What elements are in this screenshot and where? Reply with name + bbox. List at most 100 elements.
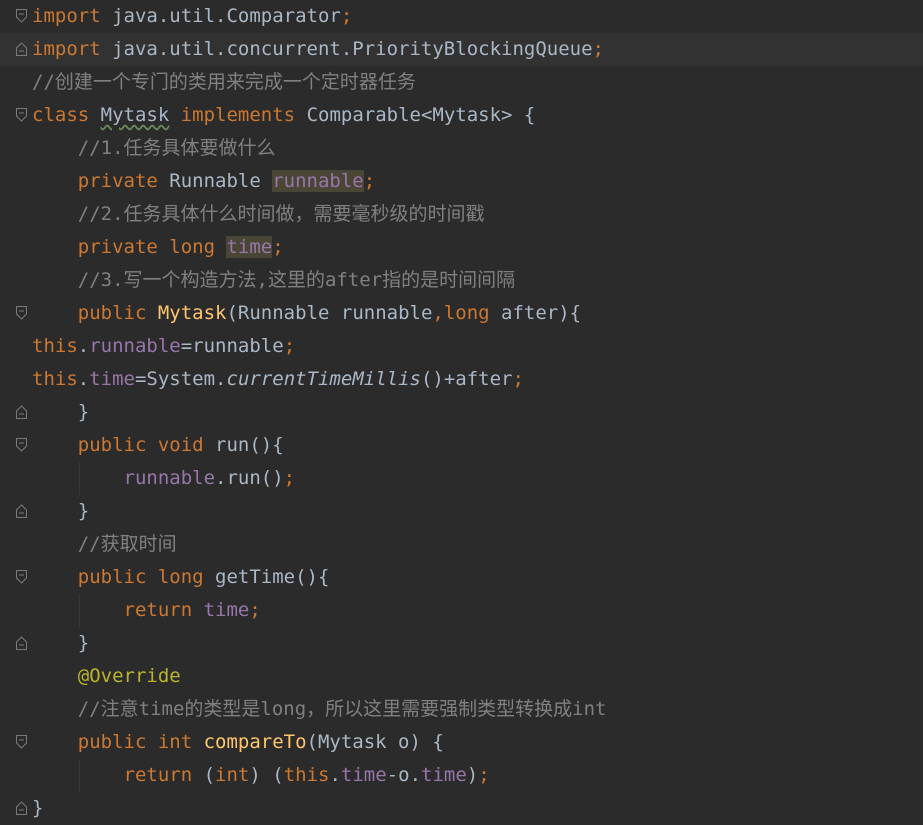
code-text[interactable]: @Override — [32, 660, 181, 693]
code-line[interactable]: this.runnable=runnable; — [0, 330, 923, 363]
code-token: getTime(){ — [215, 566, 330, 588]
code-token: compareTo — [203, 731, 307, 753]
code-line[interactable]: return (int) (this.time-o.time); — [0, 759, 923, 792]
code-token: ; — [478, 764, 490, 786]
code-line[interactable]: class Mytask implements Comparable<Mytas… — [0, 99, 923, 132]
code-token: int — [215, 764, 250, 786]
fold-close-icon[interactable] — [16, 801, 27, 815]
code-token: //创建一个专门的类用来完成一个定时器任务 — [32, 71, 416, 93]
code-text[interactable]: this.runnable=runnable; — [32, 330, 295, 363]
code-line[interactable]: } — [0, 495, 923, 528]
code-line[interactable]: //注意time的类型是long，所以这里需要强制类型转换成int — [0, 693, 923, 726]
code-line[interactable]: //创建一个专门的类用来完成一个定时器任务 — [0, 66, 923, 99]
code-line[interactable]: private long time; — [0, 231, 923, 264]
code-token: public — [32, 302, 158, 324]
code-text[interactable]: this.time=System.currentTimeMillis()+aft… — [32, 363, 524, 396]
code-token: time — [421, 764, 467, 786]
code-text[interactable]: class Mytask implements Comparable<Mytas… — [32, 99, 535, 132]
code-token: java.util.concurrent.PriorityBlockingQue… — [100, 38, 593, 60]
code-token: currentTimeMillis — [226, 368, 421, 390]
code-token: this — [32, 368, 78, 390]
code-token: ; — [592, 38, 604, 60]
code-token: } — [32, 500, 90, 522]
code-text[interactable]: private Runnable runnable; — [32, 165, 375, 198]
code-token: //获取时间 — [32, 533, 177, 555]
fold-close-icon[interactable] — [16, 636, 27, 650]
code-editor[interactable]: import java.util.Comparator; import java.… — [0, 0, 923, 823]
fold-open-icon[interactable] — [16, 570, 27, 584]
code-line[interactable]: import java.util.concurrent.PriorityBloc… — [0, 33, 923, 66]
fold-open-icon[interactable] — [16, 306, 27, 320]
fold-open-icon[interactable] — [16, 9, 27, 23]
code-token: ; — [249, 599, 261, 621]
code-line[interactable]: } — [0, 627, 923, 660]
code-line[interactable]: } — [0, 792, 923, 825]
code-token: //3.写一个构造方法,这里的after指的是时间间隔 — [32, 269, 516, 291]
code-text[interactable]: private long time; — [32, 231, 284, 264]
code-text[interactable]: //3.写一个构造方法,这里的after指的是时间间隔 — [32, 264, 515, 297]
code-token: runnable — [32, 467, 216, 489]
code-text[interactable]: import java.util.Comparator; — [32, 0, 352, 33]
code-text[interactable]: public void run(){ — [32, 429, 284, 462]
code-token: ; — [512, 368, 524, 390]
code-token: class — [32, 104, 101, 126]
code-line[interactable]: public Mytask(Runnable runnable,long aft… — [0, 297, 923, 330]
code-text[interactable]: //1.任务具体要做什么 — [32, 132, 276, 165]
code-token: import — [32, 5, 101, 27]
code-token: run(){ — [215, 434, 284, 456]
code-token: return — [32, 599, 204, 621]
fold-open-icon[interactable] — [16, 438, 27, 452]
code-token: public long — [32, 566, 216, 588]
code-text[interactable]: public Mytask(Runnable runnable,long aft… — [32, 297, 581, 330]
code-token: (Mytask o) { — [306, 731, 444, 753]
code-line[interactable]: //2.任务具体什么时间做，需要毫秒级的时间戳 — [0, 198, 923, 231]
code-text[interactable]: } — [32, 792, 43, 825]
code-line[interactable]: //获取时间 — [0, 528, 923, 561]
code-line[interactable]: return time; — [0, 594, 923, 627]
code-line[interactable]: @Override — [0, 660, 923, 693]
fold-open-icon[interactable] — [16, 108, 27, 122]
code-token: ; — [272, 236, 284, 258]
code-token: //1.任务具体要做什么 — [32, 137, 276, 159]
code-token: ,long — [432, 302, 502, 324]
code-text[interactable]: return (int) (this.time-o.time); — [32, 759, 490, 792]
code-text[interactable]: public int compareTo(Mytask o) { — [32, 726, 444, 759]
code-token: import — [32, 38, 101, 60]
code-text[interactable]: //获取时间 — [32, 528, 177, 561]
code-text[interactable]: //注意time的类型是long，所以这里需要强制类型转换成int — [32, 693, 607, 726]
fold-open-icon[interactable] — [16, 735, 27, 749]
code-token: Mytask — [157, 302, 227, 324]
code-text[interactable]: runnable.run(); — [32, 462, 296, 495]
code-text[interactable]: //2.任务具体什么时间做，需要毫秒级的时间戳 — [32, 198, 485, 231]
code-token: } — [32, 401, 90, 423]
code-line[interactable]: //1.任务具体要做什么 — [0, 132, 923, 165]
fold-close-icon[interactable] — [16, 405, 27, 419]
code-line[interactable]: public int compareTo(Mytask o) { — [0, 726, 923, 759]
code-token: =runnable — [180, 335, 284, 357]
code-text[interactable]: } — [32, 495, 89, 528]
code-text[interactable]: } — [32, 627, 89, 660]
code-text[interactable]: //创建一个专门的类用来完成一个定时器任务 — [32, 66, 416, 99]
code-line[interactable]: this.time=System.currentTimeMillis()+aft… — [0, 363, 923, 396]
fold-close-icon[interactable] — [16, 42, 27, 56]
code-token: . — [77, 368, 90, 390]
code-token: ; — [283, 467, 296, 489]
code-token: time — [89, 368, 135, 390]
code-line[interactable]: } — [0, 396, 923, 429]
code-token: ; — [283, 335, 296, 357]
code-text[interactable]: return time; — [32, 594, 261, 627]
code-line[interactable]: private Runnable runnable; — [0, 165, 923, 198]
code-line[interactable]: //3.写一个构造方法,这里的after指的是时间间隔 — [0, 264, 923, 297]
fold-close-icon[interactable] — [16, 504, 27, 518]
code-line[interactable]: runnable.run(); — [0, 462, 923, 495]
code-token: //注意time的类型是long，所以这里需要强制类型转换成int — [32, 698, 607, 720]
code-text[interactable]: public long getTime(){ — [32, 561, 330, 594]
code-token: java.util.Comparator — [100, 5, 341, 27]
code-line[interactable]: public long getTime(){ — [0, 561, 923, 594]
code-text[interactable]: } — [32, 396, 89, 429]
code-line[interactable]: public void run(){ — [0, 429, 923, 462]
code-token: this — [283, 764, 330, 786]
code-text[interactable]: import java.util.concurrent.PriorityBloc… — [32, 33, 604, 66]
code-line[interactable]: import java.util.Comparator; — [0, 0, 923, 33]
code-token: ) ( — [249, 764, 284, 786]
